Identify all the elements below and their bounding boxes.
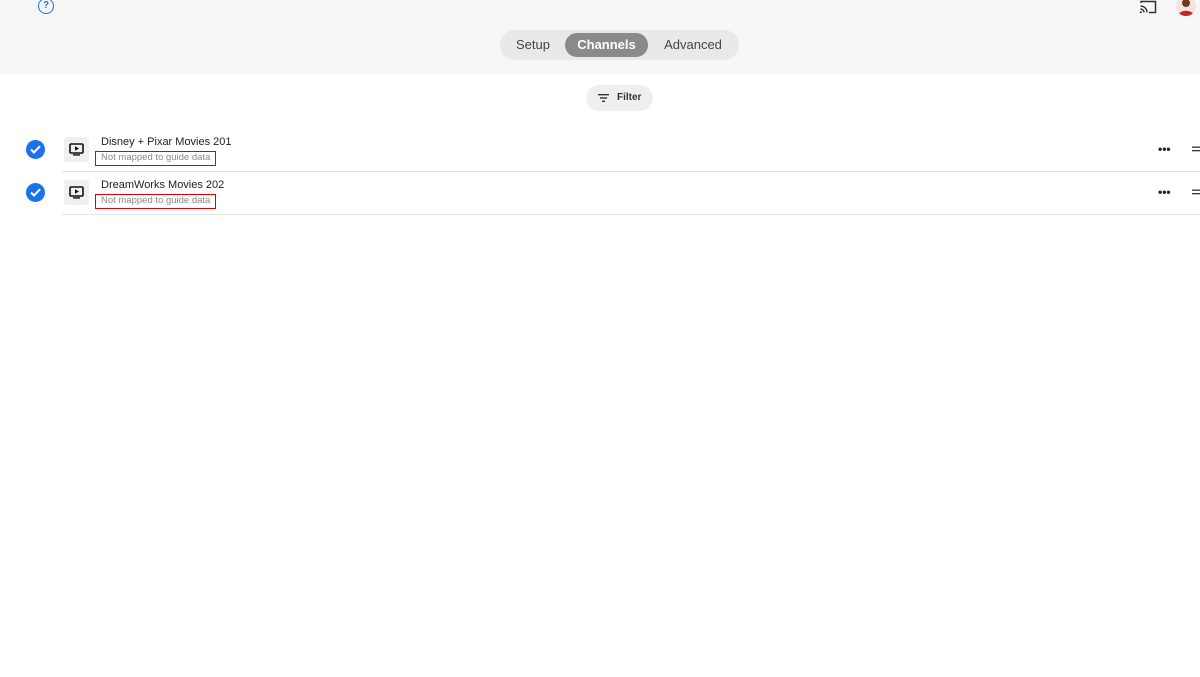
filter-label: Filter [617,92,642,103]
tab-advanced[interactable]: Advanced [653,33,733,57]
channel-status: Not mapped to guide data [95,151,217,166]
tab-setup[interactable]: Setup [506,33,560,57]
drag-handle-icon[interactable] [1192,146,1200,152]
channel-row[interactable]: DreamWorks Movies 202 Not mapped to guid… [0,172,1200,215]
channel-name: Disney + Pixar Movies 201 [101,136,232,148]
checked-icon[interactable] [26,140,45,159]
filter-button[interactable]: Filter [586,85,653,111]
tab-channels[interactable]: Channels [565,33,648,57]
section-tabs: Setup Channels Advanced [500,30,739,60]
cast-icon[interactable] [1139,0,1157,14]
help-icon[interactable]: ? [38,0,54,14]
checked-icon[interactable] [26,183,45,202]
row-divider [62,214,1200,215]
filter-icon [598,94,609,102]
more-horizontal-icon[interactable]: ••• [1158,142,1171,156]
drag-handle-icon[interactable] [1192,189,1200,195]
channel-row[interactable]: Disney + Pixar Movies 201 Not mapped to … [0,129,1200,172]
more-horizontal-icon[interactable]: ••• [1158,185,1171,199]
channel-status: Not mapped to guide data [95,194,217,209]
tv-play-icon [64,180,89,205]
channel-name: DreamWorks Movies 202 [101,179,225,191]
top-header: ? Setup Channels Advanced [0,0,1200,74]
tv-play-icon [64,137,89,162]
avatar[interactable] [1176,0,1196,16]
